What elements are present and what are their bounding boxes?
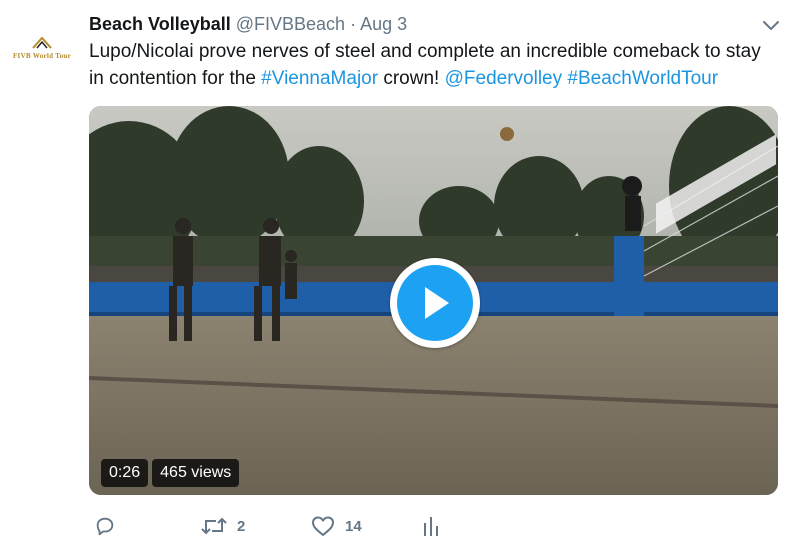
account-name[interactable]: Beach Volleyball bbox=[89, 14, 231, 34]
retweet-count: 2 bbox=[237, 517, 246, 535]
analytics-icon bbox=[424, 517, 438, 536]
tweet-actions: 2 14 bbox=[89, 510, 689, 542]
heart-icon bbox=[312, 516, 334, 536]
hashtag-link[interactable]: #BeachWorldTour bbox=[567, 68, 718, 89]
video-badges: 0:26 465 views bbox=[101, 459, 240, 487]
retweet-icon bbox=[201, 517, 227, 535]
reply-button[interactable] bbox=[94, 510, 116, 542]
tweet-text-part: crown! bbox=[378, 68, 445, 89]
play-icon bbox=[397, 265, 473, 341]
video-views: 465 views bbox=[152, 459, 240, 487]
video-player[interactable]: 0:26 465 views bbox=[89, 106, 778, 495]
avatar-logo-text: FIVB World Tour bbox=[12, 52, 72, 60]
chevron-down-icon[interactable] bbox=[761, 16, 781, 34]
reply-icon bbox=[96, 517, 114, 536]
tweet-header: Beach Volleyball @FIVBBeach · Aug 3 bbox=[89, 12, 407, 36]
play-button[interactable] bbox=[390, 258, 480, 348]
avatar[interactable]: FIVB World Tour bbox=[10, 16, 74, 80]
like-count: 14 bbox=[345, 517, 362, 535]
tweet-text: Lupo/Nicolai prove nerves of steel and c… bbox=[89, 38, 779, 92]
like-button[interactable]: 14 bbox=[311, 510, 362, 542]
header-separator: · bbox=[350, 14, 357, 34]
tweet-date[interactable]: Aug 3 bbox=[360, 14, 407, 34]
retweet-button[interactable]: 2 bbox=[201, 510, 245, 542]
fivb-logo-icon bbox=[31, 36, 53, 50]
analytics-button[interactable] bbox=[423, 510, 439, 542]
mention-link[interactable]: @Federvolley bbox=[445, 68, 563, 89]
hashtag-link[interactable]: #ViennaMajor bbox=[261, 68, 378, 89]
account-handle[interactable]: @FIVBBeach bbox=[236, 14, 345, 34]
video-duration: 0:26 bbox=[101, 459, 149, 487]
tweet[interactable]: FIVB World Tour Beach Volleyball @FIVBBe… bbox=[0, 0, 795, 558]
